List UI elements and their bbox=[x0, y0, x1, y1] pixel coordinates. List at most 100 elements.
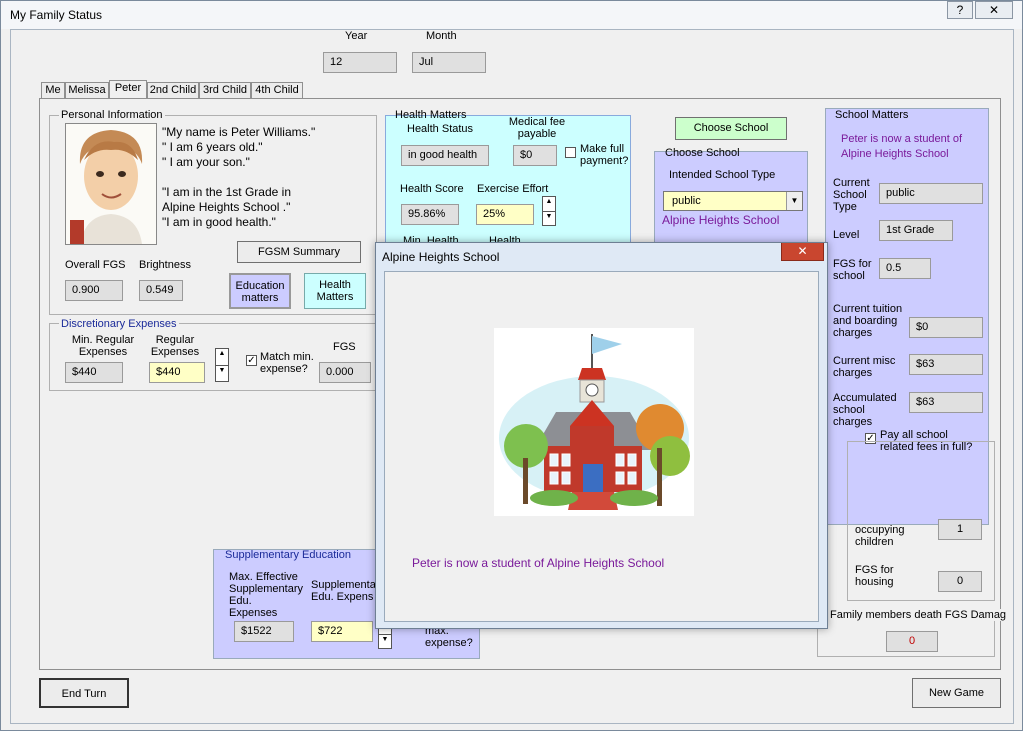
current-school-type-label: Current School Type bbox=[833, 177, 870, 213]
main-window: My Family Status ? ✕ Year Month 12 Jul M… bbox=[0, 0, 1023, 731]
tab-4th-child[interactable]: 4th Child bbox=[251, 82, 303, 99]
medical-fee-field: $0 bbox=[513, 145, 557, 166]
schoolhouse-icon bbox=[499, 334, 690, 510]
tab-peter[interactable]: Peter bbox=[109, 80, 147, 99]
chevron-down-icon[interactable]: ▼ bbox=[786, 192, 802, 210]
intended-type-label: Intended School Type bbox=[669, 169, 776, 181]
max-supp-field: $1522 bbox=[234, 621, 294, 642]
help-button[interactable]: ? bbox=[947, 1, 973, 19]
tab-me[interactable]: Me bbox=[41, 82, 65, 99]
health-score-field: 95.86% bbox=[401, 204, 459, 225]
exercise-effort-input[interactable]: 25% bbox=[476, 204, 534, 225]
health-status-label: Health Status bbox=[407, 123, 474, 135]
fgs-housing-field: 0 bbox=[938, 571, 982, 592]
month-field: Jul bbox=[412, 52, 486, 73]
year-label: Year bbox=[345, 30, 368, 42]
dialog-body: Peter is now a student of Alpine Heights… bbox=[384, 271, 819, 622]
overall-fgs-label: Overall FGS bbox=[65, 259, 126, 271]
close-button[interactable]: ✕ bbox=[975, 1, 1013, 19]
occupying-children-field: 1 bbox=[938, 519, 982, 540]
speech-line: "I am in good health." bbox=[162, 215, 276, 229]
child-portrait bbox=[65, 123, 157, 245]
school-status-text: Peter is now a student of Alpine Heights… bbox=[841, 133, 963, 160]
max-supp-label: Max. Effective Supplementary Edu. Expens… bbox=[229, 571, 303, 619]
speech-text: "My name is Peter Williams." " I am 6 ye… bbox=[162, 125, 372, 230]
make-full-payment-label: Make full payment? bbox=[580, 143, 629, 167]
supp-expenses-input[interactable]: $722 bbox=[311, 621, 373, 642]
match-min-checkbox[interactable]: ✓ bbox=[246, 355, 257, 366]
fgs-school-field: 0.5 bbox=[879, 258, 931, 279]
tuition-label: Current tuition and boarding charges bbox=[833, 303, 903, 339]
end-turn-button[interactable]: End Turn bbox=[39, 678, 129, 708]
spin-up-icon[interactable]: ▲ bbox=[216, 349, 228, 365]
match-min-label: Match min. expense? bbox=[260, 351, 314, 375]
window-title: My Family Status bbox=[10, 8, 103, 22]
brightness-field: 0.549 bbox=[139, 280, 183, 301]
speech-line: Alpine Heights School ." bbox=[162, 200, 291, 214]
tab-melissa[interactable]: Melissa bbox=[65, 82, 109, 99]
title-bar: My Family Status ? ✕ bbox=[1, 1, 1022, 29]
speech-line: "I am in the 1st Grade in bbox=[162, 185, 291, 199]
tab-2nd-child[interactable]: 2nd Child bbox=[147, 82, 199, 99]
current-school-type-field: public bbox=[879, 183, 983, 204]
death-damage-label: Family members death FGS Damag bbox=[828, 609, 1009, 621]
tab-3rd-child[interactable]: 3rd Child bbox=[199, 82, 251, 99]
boy-portrait-icon bbox=[66, 124, 156, 244]
school-dialog: Alpine Heights School ✕ Peter is now a s… bbox=[375, 242, 828, 629]
tuition-field: $0 bbox=[909, 317, 983, 338]
make-full-payment-checkbox[interactable] bbox=[565, 147, 576, 158]
speech-line: " I am 6 years old." bbox=[162, 140, 263, 154]
misc-charges-label: Current misc charges bbox=[833, 355, 896, 379]
exercise-effort-spinner[interactable]: ▲ ▼ bbox=[542, 196, 556, 226]
close-icon: ✕ bbox=[797, 244, 808, 258]
regular-expenses-label: Regular Expenses bbox=[150, 334, 200, 358]
spin-down-icon[interactable]: ▼ bbox=[379, 634, 391, 648]
fgs-school-label: FGS for school bbox=[833, 258, 872, 282]
choose-school-title: Choose School bbox=[665, 147, 740, 159]
medical-fee-label: Medical fee payable bbox=[508, 116, 566, 140]
min-regular-field: $440 bbox=[65, 362, 123, 383]
health-status-field: in good health bbox=[401, 145, 489, 166]
school-type-select[interactable]: public ▼ bbox=[663, 191, 803, 211]
misc-charges-field: $63 bbox=[909, 354, 983, 375]
supplementary-title: Supplementary Education bbox=[225, 549, 351, 561]
schoolhouse-image bbox=[494, 328, 694, 516]
accumulated-charges-field: $63 bbox=[909, 392, 983, 413]
supp-expenses-label: Supplementar Edu. Expens bbox=[311, 579, 377, 603]
fgsm-summary-button[interactable]: FGSM Summary bbox=[237, 241, 361, 263]
speech-line: " I am your son." bbox=[162, 155, 250, 169]
regular-expenses-spinner[interactable]: ▲ ▼ bbox=[215, 348, 229, 382]
brightness-label: Brightness bbox=[139, 259, 191, 271]
education-matters-button[interactable]: Education matters bbox=[229, 273, 291, 309]
overall-fgs-field: 0.900 bbox=[65, 280, 123, 301]
fgs-housing-label: FGS for housing bbox=[855, 564, 894, 588]
month-label: Month bbox=[426, 30, 457, 42]
death-damage-field: 0 bbox=[886, 631, 938, 652]
health-matters-button[interactable]: Health Matters bbox=[304, 273, 366, 309]
spin-down-icon[interactable]: ▼ bbox=[543, 211, 555, 225]
accumulated-charges-label: Accumulated school charges bbox=[833, 392, 897, 428]
spin-up-icon[interactable]: ▲ bbox=[543, 197, 555, 211]
year-field: 12 bbox=[323, 52, 397, 73]
speech-line: "My name is Peter Williams." bbox=[162, 125, 316, 139]
chosen-school-name: Alpine Heights School bbox=[662, 213, 780, 227]
level-field: 1st Grade bbox=[879, 220, 953, 241]
min-regular-label: Min. Regular Expenses bbox=[71, 334, 135, 358]
spin-down-icon[interactable]: ▼ bbox=[216, 365, 228, 381]
occupying-children-label: occupying children bbox=[855, 524, 905, 548]
choose-school-button[interactable]: Choose School bbox=[675, 117, 787, 140]
discretionary-title: Discretionary Expenses bbox=[59, 318, 179, 330]
close-icon: ✕ bbox=[988, 3, 1000, 17]
personal-info-title: Personal Information bbox=[59, 109, 165, 121]
disc-fgs-label: FGS bbox=[333, 341, 356, 353]
disc-fgs-field: 0.000 bbox=[319, 362, 371, 383]
regular-expenses-input[interactable]: $440 bbox=[149, 362, 205, 383]
dialog-close-button[interactable]: ✕ bbox=[781, 243, 824, 261]
school-matters-title: School Matters bbox=[835, 109, 909, 121]
new-game-button[interactable]: New Game bbox=[912, 678, 1001, 708]
school-type-value: public bbox=[672, 195, 701, 207]
exercise-effort-label: Exercise Effort bbox=[477, 183, 549, 195]
level-label: Level bbox=[833, 229, 860, 241]
dialog-title: Alpine Heights School bbox=[382, 250, 500, 264]
dialog-message: Peter is now a student of Alpine Heights… bbox=[412, 556, 665, 570]
